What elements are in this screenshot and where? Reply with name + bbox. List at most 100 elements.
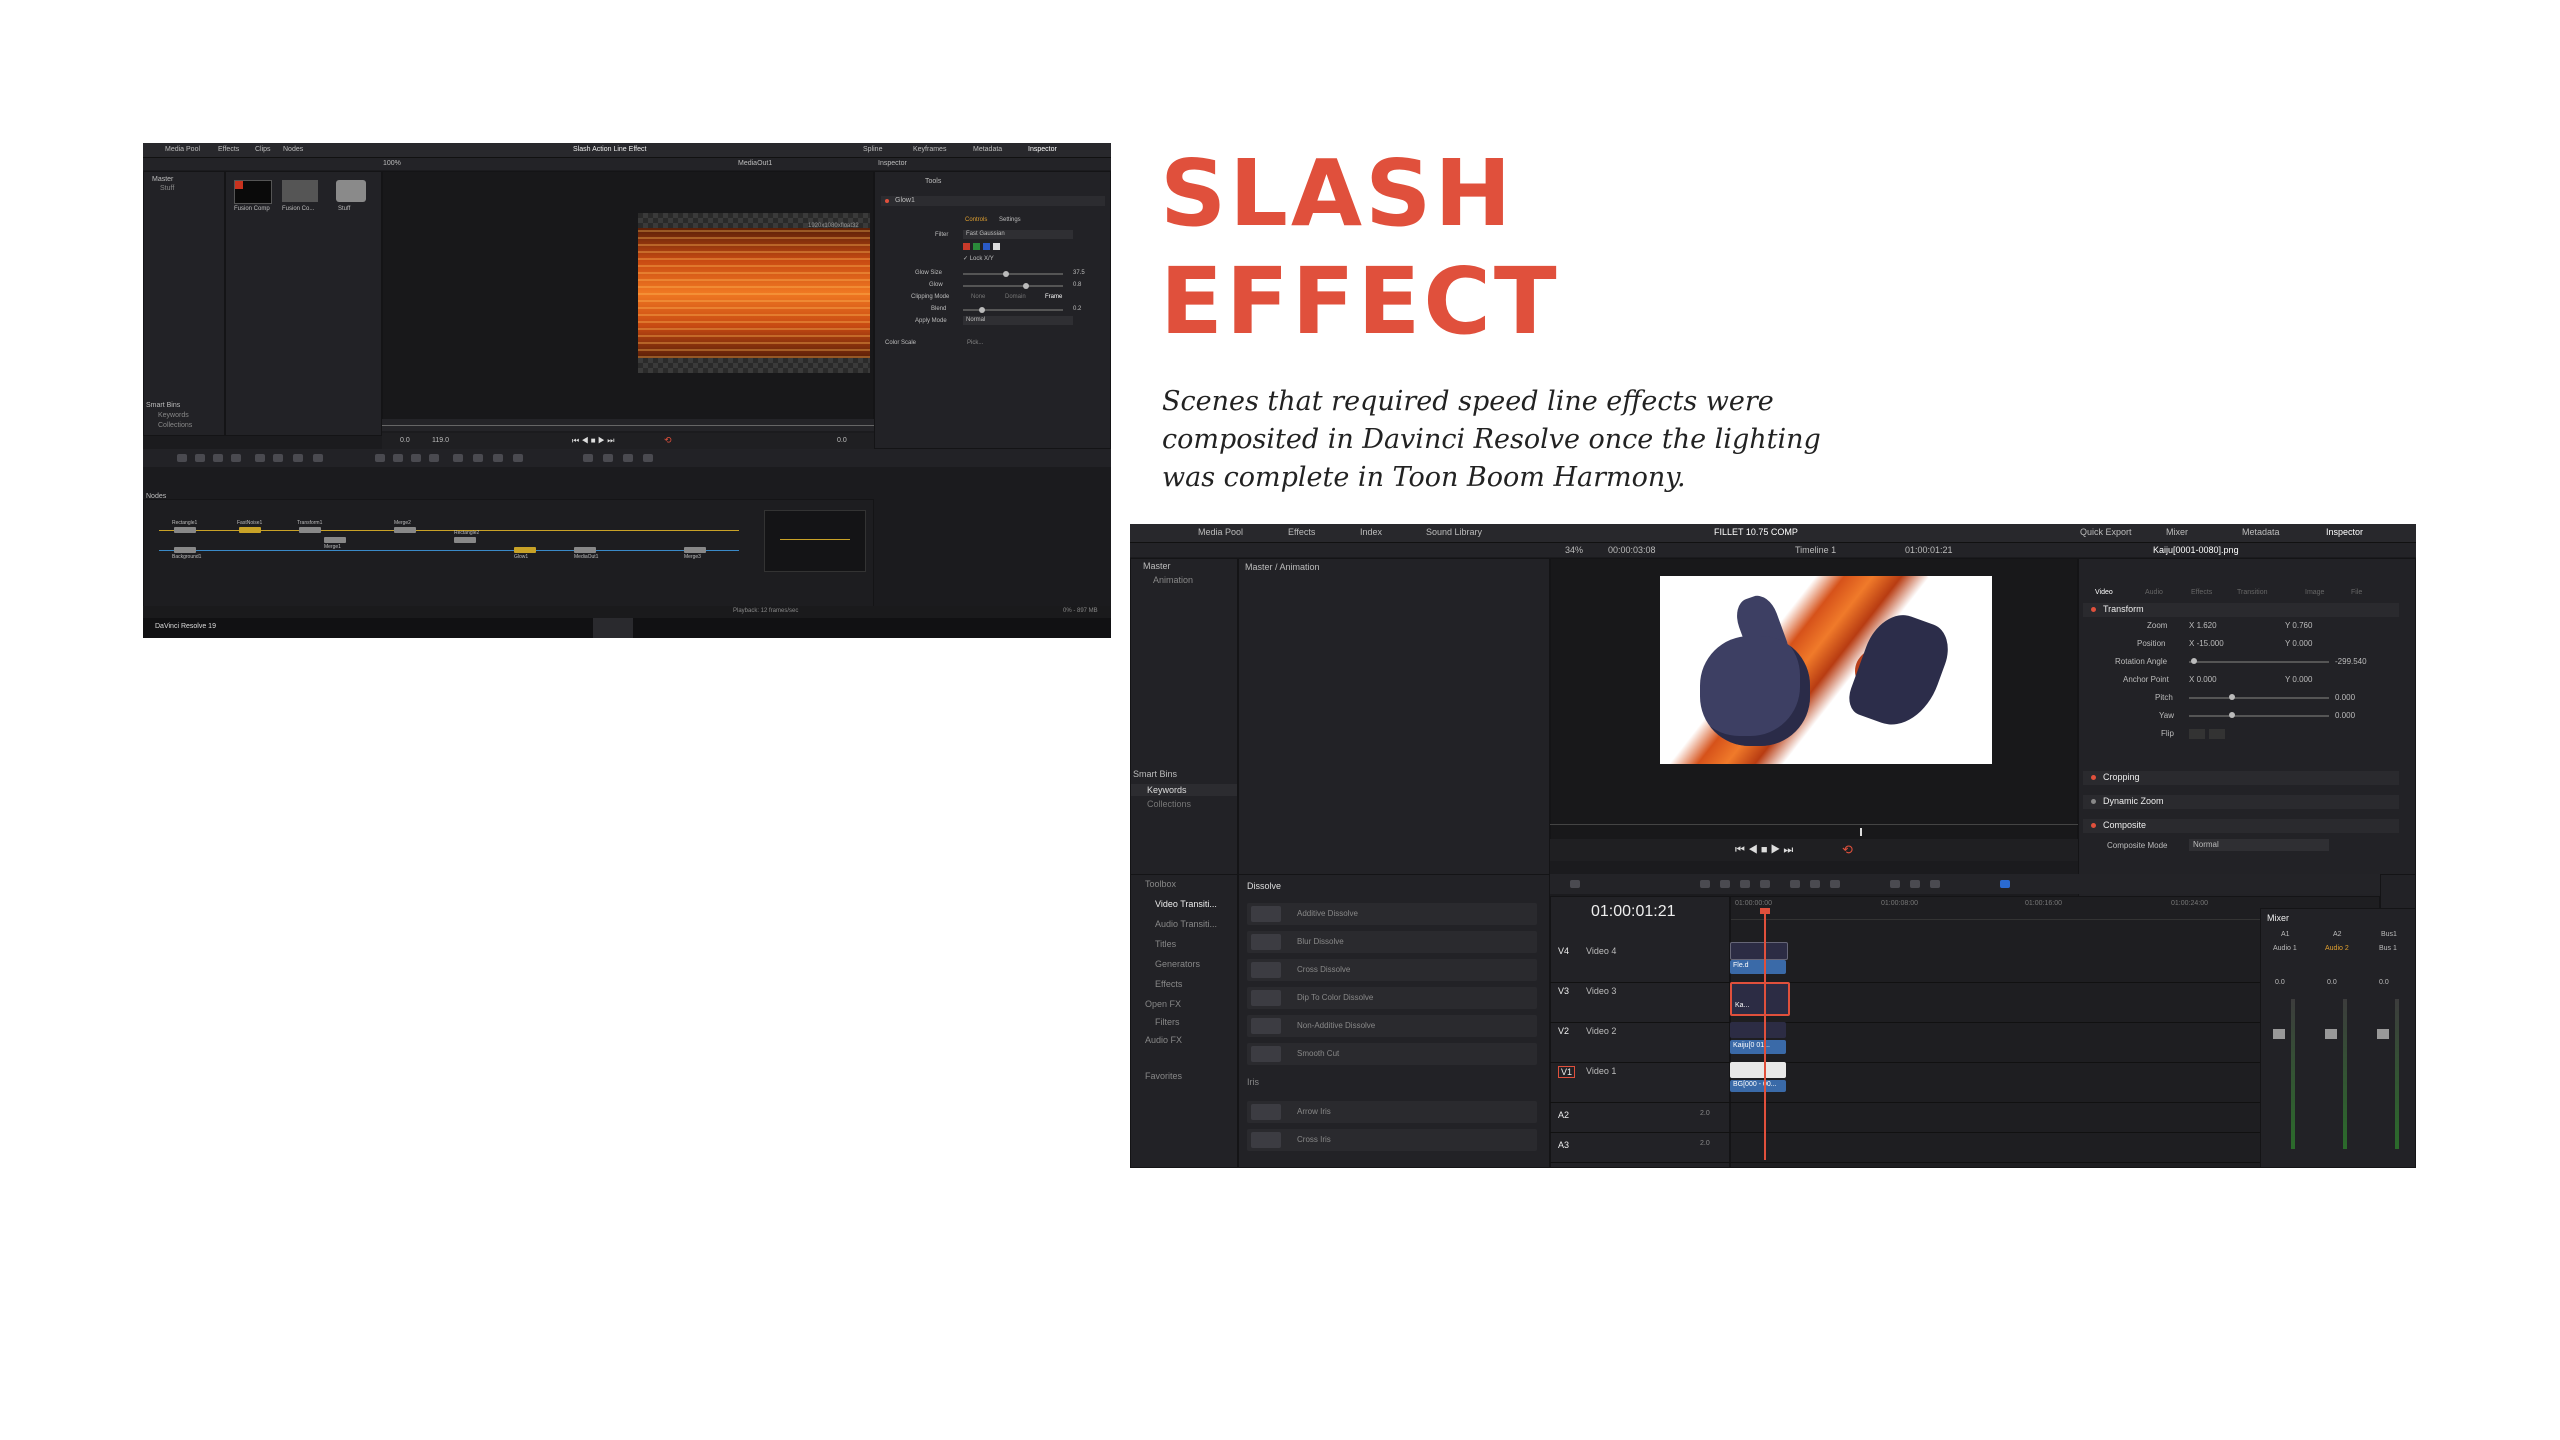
position-x[interactable]: X -15.000 [2189, 639, 2224, 648]
pitch-value[interactable]: 0.000 [2335, 693, 2355, 702]
toolbox-audio-fx[interactable]: Audio FX [1145, 1035, 1182, 1045]
pick-button[interactable]: Pick... [967, 340, 983, 346]
toolbox-toolbox[interactable]: Toolbox [1145, 879, 1176, 889]
param-blend-value[interactable]: 0.2 [1073, 306, 1081, 312]
tab-controls[interactable]: Controls [965, 217, 987, 223]
tab-nodes[interactable]: Nodes [283, 146, 303, 153]
thumb-folder-stuff[interactable] [336, 180, 366, 202]
tab-quick-export[interactable]: Quick Export [2080, 527, 2132, 537]
timeline-name[interactable]: Timeline 1 [1795, 545, 1836, 555]
bin-master[interactable]: Master [1143, 561, 1171, 571]
apply-mode-select[interactable]: Normal [963, 316, 1073, 325]
tab-media-pool[interactable]: Media Pool [165, 146, 200, 153]
composite-mode-select[interactable]: Normal [2189, 839, 2329, 851]
clip-v2[interactable]: Kaiju[0 01... [1730, 1040, 1786, 1054]
node-glow1[interactable] [514, 547, 536, 553]
tab-transition[interactable]: Transition [2237, 589, 2267, 596]
timeline-timecode[interactable]: 01:00:01:21 [1591, 903, 1676, 921]
glow-size-slider[interactable] [1003, 271, 1009, 277]
fader-a1[interactable] [2273, 1029, 2285, 1039]
tab-keyframes[interactable]: Keyframes [913, 146, 946, 153]
transform-header[interactable]: Transform [2083, 603, 2399, 617]
time-ruler[interactable] [382, 419, 874, 431]
clip-v1[interactable]: BG[000 - 00... [1730, 1080, 1786, 1092]
loop-icon[interactable]: ⟲ [664, 435, 672, 446]
tools-label[interactable]: Tools [925, 178, 941, 185]
rotation-value[interactable]: -299.540 [2335, 657, 2367, 666]
smart-bin-keywords[interactable]: Keywords [1147, 785, 1187, 795]
clip-option-domain[interactable]: Domain [1005, 294, 1026, 300]
rotation-slider[interactable] [2191, 658, 2197, 664]
iris-header[interactable]: Iris [1247, 1077, 1259, 1087]
node-header[interactable]: Glow1 [881, 196, 1105, 206]
node-rectangle1[interactable] [174, 527, 196, 533]
dynamic-zoom-header[interactable]: Dynamic Zoom [2083, 795, 2399, 809]
tab-inspector[interactable]: Inspector [1028, 146, 1057, 153]
playhead-handle[interactable] [1760, 908, 1770, 914]
fx-dip-to-color-dissolve[interactable]: Dip To Color Dissolve [1247, 987, 1537, 1009]
flip-vertical-button[interactable] [2209, 729, 2225, 739]
source-timecode[interactable]: 00:00:03:08 [1608, 545, 1656, 555]
smart-bin-collections[interactable]: Collections [158, 422, 192, 429]
toolbox-video-transitions[interactable]: Video Transiti... [1155, 899, 1217, 909]
dissolve-header[interactable]: Dissolve [1247, 881, 1281, 891]
thumb-fusion-comp-2[interactable] [282, 180, 318, 202]
lock-xy-checkbox[interactable]: ✓ Lock X/Y [963, 255, 994, 262]
zoom-level[interactable]: 34% [1565, 545, 1583, 555]
node-transform1[interactable] [299, 527, 321, 533]
tab-metadata[interactable]: Metadata [973, 146, 1002, 153]
toolbox-titles[interactable]: Titles [1155, 939, 1176, 949]
color-scale-label[interactable]: Color Scale [885, 340, 916, 346]
zoom-y[interactable]: Y 0.760 [2285, 621, 2312, 630]
blend-slider[interactable] [979, 307, 985, 313]
bin-animation[interactable]: Animation [1153, 575, 1193, 585]
fader-bus1[interactable] [2377, 1029, 2389, 1039]
tab-video[interactable]: Video [2095, 589, 2113, 596]
fusion-page-button[interactable] [593, 618, 633, 638]
record-timecode[interactable]: 01:00:01:21 [1905, 545, 1953, 555]
loop-icon[interactable]: ⟲ [1842, 842, 1853, 858]
viewer-playhead[interactable] [1860, 828, 1862, 836]
timeline-playhead[interactable] [1764, 910, 1766, 1160]
fx-cross-iris[interactable]: Cross Iris [1247, 1129, 1537, 1151]
node-mediaout1[interactable] [574, 547, 596, 553]
time-start[interactable]: 0.0 [400, 437, 410, 444]
tab-sound-library[interactable]: Sound Library [1426, 527, 1482, 537]
tab-index[interactable]: Index [1360, 527, 1382, 537]
time-current[interactable]: 0.0 [837, 437, 847, 444]
composite-header[interactable]: Composite [2083, 819, 2399, 833]
viewer-scrub-line[interactable] [1550, 824, 2078, 825]
toolbox-open-fx[interactable]: Open FX [1145, 999, 1181, 1009]
tab-effects[interactable]: Effects [218, 146, 239, 153]
smart-bin-keywords[interactable]: Keywords [158, 412, 189, 419]
clip-option-frame[interactable]: Frame [1045, 294, 1062, 300]
tab-mixer[interactable]: Mixer [2166, 527, 2188, 537]
clip-v3[interactable]: Ka... [1730, 982, 1790, 1016]
tab-spline[interactable]: Spline [863, 146, 882, 153]
tab-effects[interactable]: Effects [1288, 527, 1315, 537]
node-minimap[interactable] [764, 510, 866, 572]
anchor-y[interactable]: Y 0.000 [2285, 675, 2312, 684]
fx-non-additive-dissolve[interactable]: Non-Additive Dissolve [1247, 1015, 1537, 1037]
fx-additive-dissolve[interactable]: Additive Dissolve [1247, 903, 1537, 925]
toolbox-effects[interactable]: Effects [1155, 979, 1182, 989]
node-merge3[interactable] [684, 547, 706, 553]
tab-image[interactable]: Image [2305, 589, 2324, 596]
bin-stuff[interactable]: Stuff [160, 185, 174, 192]
yaw-slider[interactable] [2229, 712, 2235, 718]
toolbox-generators[interactable]: Generators [1155, 959, 1200, 969]
toolbox-audio-transitions[interactable]: Audio Transiti... [1155, 919, 1217, 929]
zoom-level[interactable]: 100% [383, 160, 401, 167]
node-merge2[interactable] [394, 527, 416, 533]
node-merge1[interactable] [324, 537, 346, 543]
transport-controls-icon[interactable]: ⏮ ◀ ■ ▶ ⏭ [1735, 844, 1793, 857]
fx-smooth-cut[interactable]: Smooth Cut [1247, 1043, 1537, 1065]
thumb-fusion-comp[interactable] [234, 180, 272, 204]
cropping-header[interactable]: Cropping [2083, 771, 2399, 785]
bin-master[interactable]: Master [152, 176, 173, 183]
anchor-x[interactable]: X 0.000 [2189, 675, 2217, 684]
param-glow-value[interactable]: 0.8 [1073, 282, 1081, 288]
position-y[interactable]: Y 0.000 [2285, 639, 2312, 648]
tab-audio[interactable]: Audio [2145, 589, 2163, 596]
node-rectangle2[interactable] [454, 537, 476, 543]
